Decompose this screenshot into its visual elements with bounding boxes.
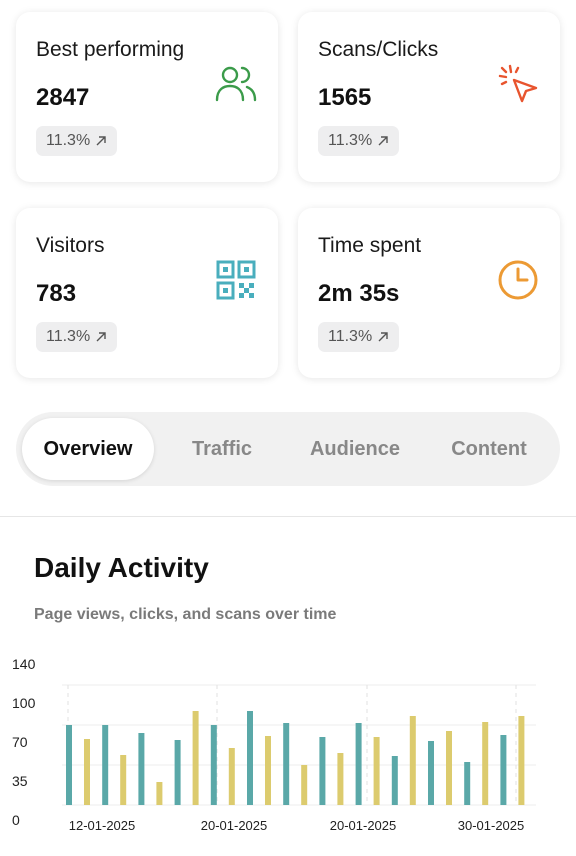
- daily-activity-chart: 140 100 70 35 0 12-01-2025 20-01-2025 20-01-202…: [12, 656, 536, 833]
- bar-series-1: [428, 741, 434, 805]
- change-badge: 11.3%: [318, 126, 400, 156]
- x-tick-label: 30-01-2025: [458, 818, 525, 833]
- card-value: 1565: [318, 84, 372, 111]
- y-tick-label: 70: [12, 734, 28, 750]
- bar-series-1: [464, 762, 471, 805]
- tab-traffic[interactable]: Traffic: [160, 418, 284, 480]
- bar-series-2: [482, 722, 489, 805]
- bar-series-2: [409, 716, 416, 805]
- tab-content[interactable]: Content: [426, 418, 552, 480]
- arrow-up-right-icon: [378, 332, 388, 342]
- arrow-up-right-icon: [96, 332, 106, 342]
- users-icon: [215, 66, 257, 102]
- bar-series-1: [247, 711, 253, 805]
- tab-audience[interactable]: Audience: [292, 418, 418, 480]
- bar-series-1: [138, 733, 145, 805]
- arrow-up-right-icon: [378, 136, 388, 146]
- bar-series-1: [391, 756, 398, 805]
- bar-series-1: [500, 735, 507, 805]
- bar-series-2: [84, 739, 90, 805]
- arrow-up-right-icon: [96, 136, 106, 146]
- card-value: 783: [36, 280, 77, 307]
- change-badge: 11.3%: [318, 322, 400, 352]
- stat-card-time-spent[interactable]: Time spent 2m 35s 11.3%: [298, 208, 560, 378]
- clock-icon: [498, 260, 538, 300]
- badge-text: 11.3%: [328, 328, 373, 345]
- bar-series-1: [102, 725, 109, 805]
- y-tick-label: 35: [12, 773, 28, 789]
- bar-series-1: [66, 725, 72, 805]
- card-title: Best performing: [36, 38, 185, 61]
- bar-series-1: [355, 723, 362, 805]
- y-tick-label: 0: [12, 812, 20, 828]
- qr-code-icon: [216, 260, 256, 300]
- x-tick-label: 20-01-2025: [201, 818, 268, 833]
- x-tick-label: 12-01-2025: [69, 818, 136, 833]
- stat-card-scans-clicks[interactable]: Scans/Clicks 1565 11.3%: [298, 12, 560, 182]
- badge-text: 11.3%: [46, 132, 91, 149]
- section-subtitle: Page views, clicks, and scans over time: [34, 606, 337, 623]
- stat-card-best-performing[interactable]: Best performing 2847 11.3%: [16, 12, 278, 182]
- bar-series-2: [301, 765, 308, 805]
- badge-text: 11.3%: [46, 328, 91, 345]
- change-badge: 11.3%: [36, 126, 118, 156]
- bar-series-2: [156, 782, 163, 805]
- y-tick-label: 100: [12, 695, 36, 711]
- change-badge: 11.3%: [36, 322, 118, 352]
- tab-bar: Overview Traffic Audience Content: [16, 412, 560, 486]
- bar-series-1: [283, 723, 290, 805]
- card-value: 2m 35s: [318, 280, 400, 307]
- section-divider: [0, 516, 576, 517]
- bar-series-2: [265, 736, 271, 805]
- bar-series-2: [192, 711, 199, 805]
- bar-series-2: [228, 748, 235, 805]
- tab-overview[interactable]: Overview: [22, 418, 154, 480]
- card-title: Scans/Clicks: [318, 38, 439, 61]
- card-value: 2847: [36, 84, 90, 111]
- bar-series-2: [518, 716, 525, 805]
- y-tick-label: 140: [12, 656, 36, 672]
- section-title: Daily Activity: [34, 552, 209, 583]
- card-title: Visitors: [36, 234, 105, 257]
- stat-card-visitors[interactable]: Visitors 783 11.3%: [16, 208, 278, 378]
- x-tick-label: 20-01-2025: [330, 818, 397, 833]
- card-title: Time spent: [318, 234, 422, 257]
- bar-series-2: [120, 755, 127, 805]
- bar-series-2: [373, 737, 380, 805]
- cursor-click-icon: [498, 64, 538, 103]
- bar-series-1: [174, 740, 181, 805]
- badge-text: 11.3%: [328, 132, 373, 149]
- bar-series-2: [337, 753, 344, 805]
- bar-series-2: [446, 731, 452, 805]
- bar-series-1: [210, 725, 217, 805]
- bar-series-1: [319, 737, 326, 805]
